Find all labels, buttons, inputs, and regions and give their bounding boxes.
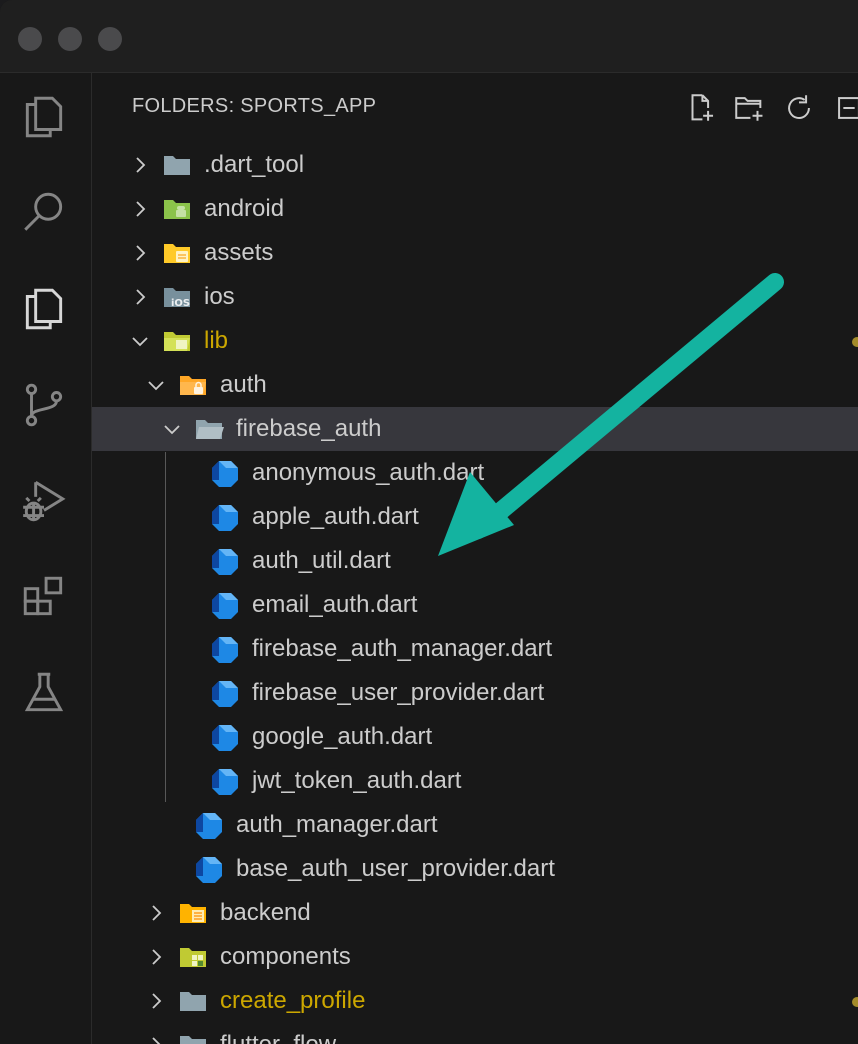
dart-file-icon (210, 723, 240, 751)
tree-item-label: flutter_flow (220, 1031, 336, 1044)
svg-text:iOS: iOS (171, 298, 190, 309)
explorer-sidebar: FOLDERS: SPORTS_APP .dart_tool android a… (92, 73, 858, 1044)
chevron-right-icon[interactable] (144, 945, 168, 969)
file-item[interactable]: jwt_token_auth.dart (92, 759, 858, 803)
dart-file-icon (210, 767, 240, 795)
file-item[interactable]: auth_manager.dart (92, 803, 858, 847)
tree-item-label: assets (204, 239, 274, 266)
tree-item-label: .dart_tool (204, 151, 305, 178)
dart-file-icon (210, 547, 240, 575)
folder-icon (178, 1031, 208, 1044)
tree-item-label: anonymous_auth.dart (252, 459, 485, 486)
android-folder-icon (162, 195, 192, 223)
chevron-right-icon[interactable] (144, 989, 168, 1013)
tree-item-label: firebase_auth_manager.dart (252, 635, 553, 662)
auth-folder-icon (178, 371, 208, 399)
chevron-down-icon[interactable] (128, 329, 152, 353)
file-item[interactable]: auth_util.dart (92, 539, 858, 583)
tree-item-label: auth_util.dart (252, 547, 391, 574)
dart-file-icon (194, 855, 224, 883)
chevron-right-icon[interactable] (128, 197, 152, 221)
refresh-icon[interactable] (782, 91, 816, 125)
tree-item-label: email_auth.dart (252, 591, 418, 618)
tree-item-label: jwt_token_auth.dart (252, 767, 462, 794)
dart-file-icon (210, 459, 240, 487)
folder-item[interactable]: assets (92, 231, 858, 275)
testing-icon[interactable] (18, 667, 70, 719)
lib-folder-icon (162, 327, 192, 355)
close-window-button[interactable] (18, 27, 42, 51)
dart-file-icon (194, 811, 224, 839)
folder-item[interactable]: auth (92, 363, 858, 407)
file-item[interactable]: firebase_auth_manager.dart (92, 627, 858, 671)
folder-icon (178, 987, 208, 1015)
file-item[interactable]: google_auth.dart (92, 715, 858, 759)
title-bar (0, 0, 858, 73)
file-item[interactable]: anonymous_auth.dart (92, 451, 858, 495)
dart-file-icon (210, 503, 240, 531)
minimize-window-button[interactable] (58, 27, 82, 51)
folder-open-icon (194, 415, 224, 443)
new-file-icon[interactable] (684, 91, 718, 125)
chevron-right-icon[interactable] (144, 1033, 168, 1044)
zoom-window-button[interactable] (98, 27, 122, 51)
tree-item-label: apple_auth.dart (252, 503, 419, 530)
tree-item-label: firebase_auth (236, 415, 382, 442)
dart-file-icon (210, 635, 240, 663)
chevron-right-icon[interactable] (128, 241, 152, 265)
file-item[interactable]: firebase_user_provider.dart (92, 671, 858, 715)
ios-folder-icon: iOS (162, 283, 192, 311)
tree-item-label: google_auth.dart (252, 723, 433, 750)
folder-icon (162, 151, 192, 179)
folder-item[interactable]: backend (92, 891, 858, 935)
tree-item-label: ios (204, 283, 235, 310)
explorer-active-icon[interactable] (18, 283, 70, 335)
folder-item[interactable]: firebase_auth (92, 407, 858, 451)
activity-bar (0, 73, 92, 1044)
folder-item[interactable]: android (92, 187, 858, 231)
new-folder-icon[interactable] (732, 91, 766, 125)
folder-item[interactable]: components (92, 935, 858, 979)
tree-item-label: backend (220, 899, 311, 926)
file-item[interactable]: base_auth_user_provider.dart (92, 847, 858, 891)
chevron-down-icon[interactable] (160, 417, 184, 441)
tree-item-label: base_auth_user_provider.dart (236, 855, 555, 882)
tree-item-label: android (204, 195, 285, 222)
tree-item-label: lib (204, 327, 229, 354)
chevron-down-icon[interactable] (144, 373, 168, 397)
search-icon[interactable] (18, 187, 70, 239)
folder-item[interactable]: .dart_tool (92, 143, 858, 187)
tree-item-label: firebase_user_provider.dart (252, 679, 545, 706)
tree-item-label: components (220, 943, 351, 970)
backend-folder-icon (178, 899, 208, 927)
assets-folder-icon (162, 239, 192, 267)
chevron-right-icon[interactable] (144, 901, 168, 925)
explorer-icon[interactable] (18, 91, 70, 143)
source-control-icon[interactable] (18, 379, 70, 431)
folder-item[interactable]: create_profile (92, 979, 858, 1023)
tree-item-label: create_profile (220, 987, 366, 1014)
folder-item[interactable]: lib (92, 319, 858, 363)
tree-item-label: auth (220, 371, 267, 398)
folder-item[interactable]: flutter_flow (92, 1023, 858, 1044)
folder-item[interactable]: iOS ios (92, 275, 858, 319)
dart-file-icon (210, 591, 240, 619)
file-item[interactable]: apple_auth.dart (92, 495, 858, 539)
dart-file-icon (210, 679, 240, 707)
collapse-all-icon[interactable] (832, 91, 858, 125)
file-item[interactable]: email_auth.dart (92, 583, 858, 627)
components-folder-icon (178, 943, 208, 971)
tree-item-label: auth_manager.dart (236, 811, 438, 838)
run-debug-icon[interactable] (18, 475, 70, 527)
extensions-icon[interactable] (18, 571, 70, 623)
vscode-window: FOLDERS: SPORTS_APP .dart_tool android a… (0, 0, 858, 1044)
chevron-right-icon[interactable] (128, 285, 152, 309)
chevron-right-icon[interactable] (128, 153, 152, 177)
explorer-header: FOLDERS: SPORTS_APP (132, 95, 377, 117)
